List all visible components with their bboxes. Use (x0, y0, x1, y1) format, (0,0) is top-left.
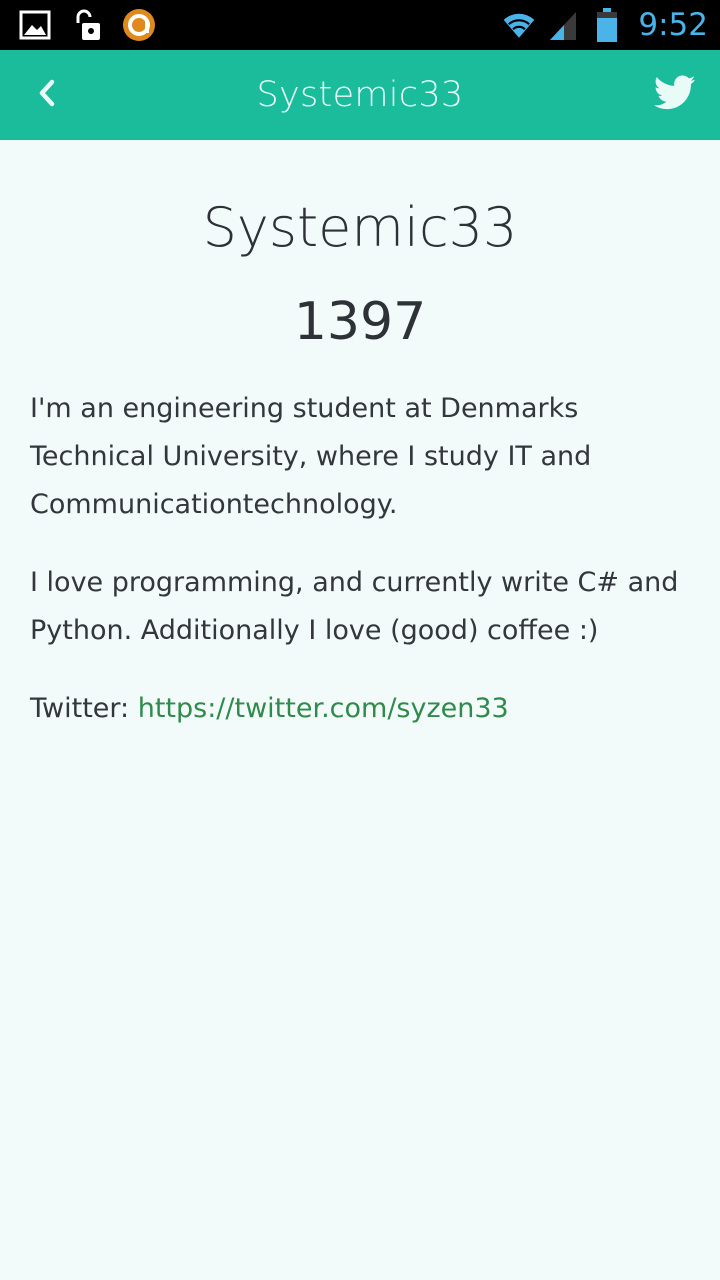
app-bar-title: Systemic33 (256, 75, 464, 115)
back-button[interactable] (22, 70, 72, 120)
signal-icon (546, 8, 580, 42)
status-bar: 9:52 (0, 0, 720, 50)
twitter-line: Twitter: https://twitter.com/syzen33 (30, 685, 690, 733)
twitter-button[interactable] (650, 70, 700, 120)
unlock-icon (70, 8, 104, 42)
about-paragraph-2: I love programming, and currently write … (30, 567, 679, 646)
image-icon (18, 8, 52, 42)
wifi-icon (502, 8, 536, 42)
status-clock: 9:52 (638, 7, 708, 43)
twitter-icon (654, 75, 696, 116)
twitter-link[interactable]: https://twitter.com/syzen33 (138, 693, 509, 724)
app-circle-icon (122, 8, 156, 42)
battery-icon (590, 8, 624, 42)
twitter-label: Twitter: (30, 693, 130, 724)
profile-about: I'm an engineering student at Denmarks T… (30, 385, 690, 733)
chevron-left-icon (36, 78, 58, 113)
profile-content: Systemic33 1397 I'm an engineering stude… (0, 140, 720, 1280)
profile-score: 1397 (293, 292, 427, 352)
app-bar: Systemic33 (0, 50, 720, 140)
about-paragraph-1: I'm an engineering student at Denmarks T… (30, 393, 592, 520)
profile-username: Systemic33 (202, 196, 518, 259)
